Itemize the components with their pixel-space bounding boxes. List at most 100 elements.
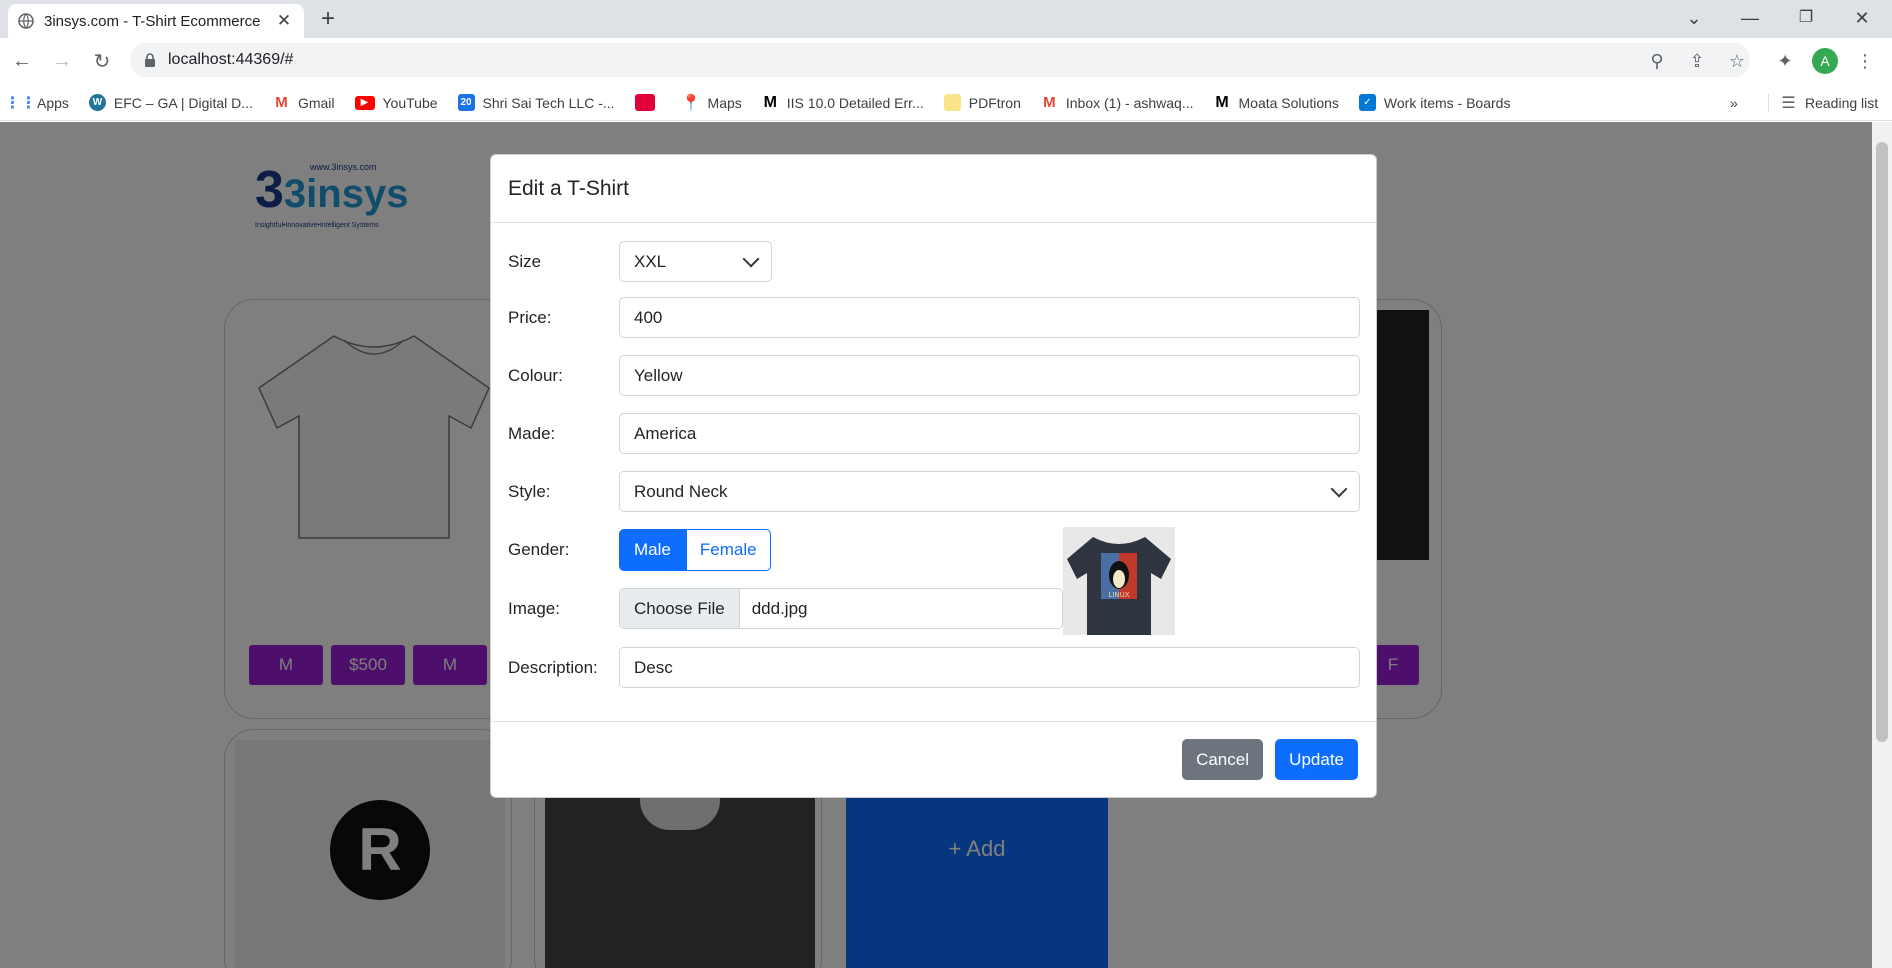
maps-pin-icon: 📍 (681, 94, 702, 112)
bookmark-label: Apps (37, 94, 69, 111)
style-label: Style: (508, 481, 551, 501)
style-value: Round Neck (634, 481, 728, 501)
made-input[interactable]: America (619, 413, 1360, 454)
minimize-icon[interactable]: — (1730, 4, 1770, 32)
linux-tshirt-image: LINUX (1063, 527, 1175, 635)
chevron-down-icon (1330, 480, 1348, 497)
folder-icon (943, 94, 961, 111)
bookmark-label: Maps (707, 94, 742, 111)
azure-boards-icon: ✓ (1358, 94, 1376, 111)
size-label: Size (508, 251, 542, 271)
edit-tshirt-modal: Edit a T-Shirt Size XXL Price: 400 Colou… (490, 154, 1377, 798)
image-row: Image: Choose File ddd.jpg (508, 588, 1063, 629)
reading-list-icon: ☰ (1781, 94, 1796, 112)
modal-footer: Cancel Update (491, 721, 1376, 797)
gender-toggle-group: Male Female (619, 529, 771, 571)
address-bar[interactable]: localhost:44369/# (130, 43, 1750, 77)
scrollbar-thumb[interactable] (1876, 142, 1888, 742)
update-button[interactable]: Update (1275, 739, 1358, 780)
reload-icon[interactable]: ↻ (84, 44, 120, 80)
forward-icon[interactable]: → (44, 44, 80, 80)
bookmark-divider (1768, 94, 1769, 112)
browser-tab[interactable]: 3insys.com - T-Shirt Ecommerce ✕ (8, 4, 304, 38)
avatar[interactable]: A (1812, 48, 1838, 74)
bookmark-iis[interactable]: M IIS 10.0 Detailed Err... (762, 94, 924, 111)
bookmark-pdftron[interactable]: PDFtron (943, 94, 1021, 111)
bookmark-label: EFC – GA | Digital D... (113, 94, 253, 111)
price-input[interactable]: 400 (619, 297, 1360, 338)
gender-row: Gender: Male Female (508, 529, 771, 571)
reading-list-button[interactable]: ☰ Reading list (1780, 94, 1879, 112)
tab-title: 3insys.com - T-Shirt Ecommerce (44, 12, 261, 30)
bookmark-label: Work items - Boards (1383, 94, 1511, 111)
colour-label: Colour: (508, 365, 563, 385)
description-input[interactable]: Desc (619, 647, 1360, 688)
lock-icon (145, 53, 155, 67)
bookmark-inbox[interactable]: M Inbox (1) - ashwaq... (1041, 94, 1193, 111)
style-row: Style: Round Neck (508, 471, 1360, 512)
size-select[interactable]: XXL (619, 241, 772, 282)
colour-row: Colour: Yellow (508, 355, 1360, 396)
modal-header: Edit a T-Shirt (491, 155, 1376, 223)
browser-tab-strip: 3insys.com - T-Shirt Ecommerce ✕ + ⌄ — ❐… (0, 0, 1892, 38)
gmail-icon: M (275, 94, 288, 111)
bookmark-label: Moata Solutions (1238, 94, 1339, 111)
apps-grid-icon: ⋮⋮ (4, 94, 37, 112)
page-scrollbar[interactable] (1872, 122, 1892, 968)
browser-toolbar: ← → ↻ localhost:44369/# ⚲ ⇪ ☆ ✦ A ⋮ (0, 38, 1892, 85)
bookmark-label: PDFtron (968, 94, 1021, 111)
url-text: localhost:44369/# (168, 51, 294, 68)
bookmark-youtube[interactable]: ▶ YouTube (354, 94, 438, 111)
gender-female-button[interactable]: Female (685, 529, 771, 571)
bookmark-label: YouTube (382, 94, 438, 111)
cancel-button[interactable]: Cancel (1182, 739, 1263, 780)
bookmark-shri-sai[interactable]: 20 Shri Sai Tech LLC -... (457, 94, 615, 111)
bookmark-label: Gmail (297, 94, 335, 111)
close-window-icon[interactable]: ✕ (1842, 4, 1882, 32)
bookmark-gmail[interactable]: M Gmail (273, 94, 335, 111)
style-select[interactable]: Round Neck (619, 471, 1360, 512)
image-preview: LINUX (1063, 527, 1175, 635)
gmail-icon: M (1043, 94, 1056, 111)
made-label: Made: (508, 423, 556, 443)
tab-search-icon[interactable]: ⌄ (1674, 4, 1714, 32)
bookmark-moata[interactable]: M Moata Solutions (1214, 94, 1339, 111)
zoom-icon[interactable]: ⚲ (1644, 48, 1670, 74)
new-tab-icon[interactable]: + (314, 6, 342, 32)
chevron-down-icon (742, 250, 760, 267)
globe-icon (18, 13, 34, 29)
wordpress-icon: W (88, 94, 106, 111)
bookmark-maps[interactable]: 📍 Maps (681, 94, 742, 112)
preview-text: LINUX (1108, 591, 1129, 599)
tab-close-icon[interactable]: ✕ (274, 11, 294, 31)
star-icon[interactable]: ☆ (1724, 48, 1750, 74)
extensions-icon[interactable]: ✦ (1772, 48, 1798, 74)
share-icon[interactable]: ⇪ (1684, 48, 1710, 74)
file-name: ddd.jpg (751, 598, 808, 618)
image-label: Image: (508, 598, 560, 618)
gender-label: Gender: (508, 540, 570, 559)
price-label: Price: (508, 307, 552, 327)
bookmark-work-items[interactable]: ✓ Work items - Boards (1358, 94, 1511, 111)
price-row: Price: 400 (508, 297, 1360, 338)
m-logo-icon: M (1215, 93, 1229, 111)
bookmark-apps[interactable]: ⋮⋮ Apps (4, 94, 69, 112)
colour-input[interactable]: Yellow (619, 355, 1360, 396)
menu-icon[interactable]: ⋮ (1852, 48, 1878, 74)
gender-male-button[interactable]: Male (619, 529, 686, 571)
back-icon[interactable]: ← (4, 44, 40, 80)
description-label: Description: (508, 657, 598, 677)
bookmark-label: IIS 10.0 Detailed Err... (786, 94, 924, 111)
reading-list-label: Reading list (1805, 94, 1879, 111)
size-row: Size XXL (508, 241, 772, 282)
bookmark-unnamed[interactable] (634, 94, 663, 111)
modal-title: Edit a T-Shirt (508, 176, 629, 200)
bookmark-efc[interactable]: W EFC – GA | Digital D... (88, 94, 253, 111)
description-row: Description: Desc (508, 647, 1360, 688)
choose-file-button[interactable]: Choose File (620, 589, 740, 628)
red-site-icon (634, 94, 655, 111)
restore-icon[interactable]: ❐ (1786, 4, 1826, 32)
file-input[interactable]: Choose File ddd.jpg (619, 588, 1063, 629)
bookmarks-overflow[interactable]: » (1730, 95, 1738, 111)
made-row: Made: America (508, 413, 1360, 454)
